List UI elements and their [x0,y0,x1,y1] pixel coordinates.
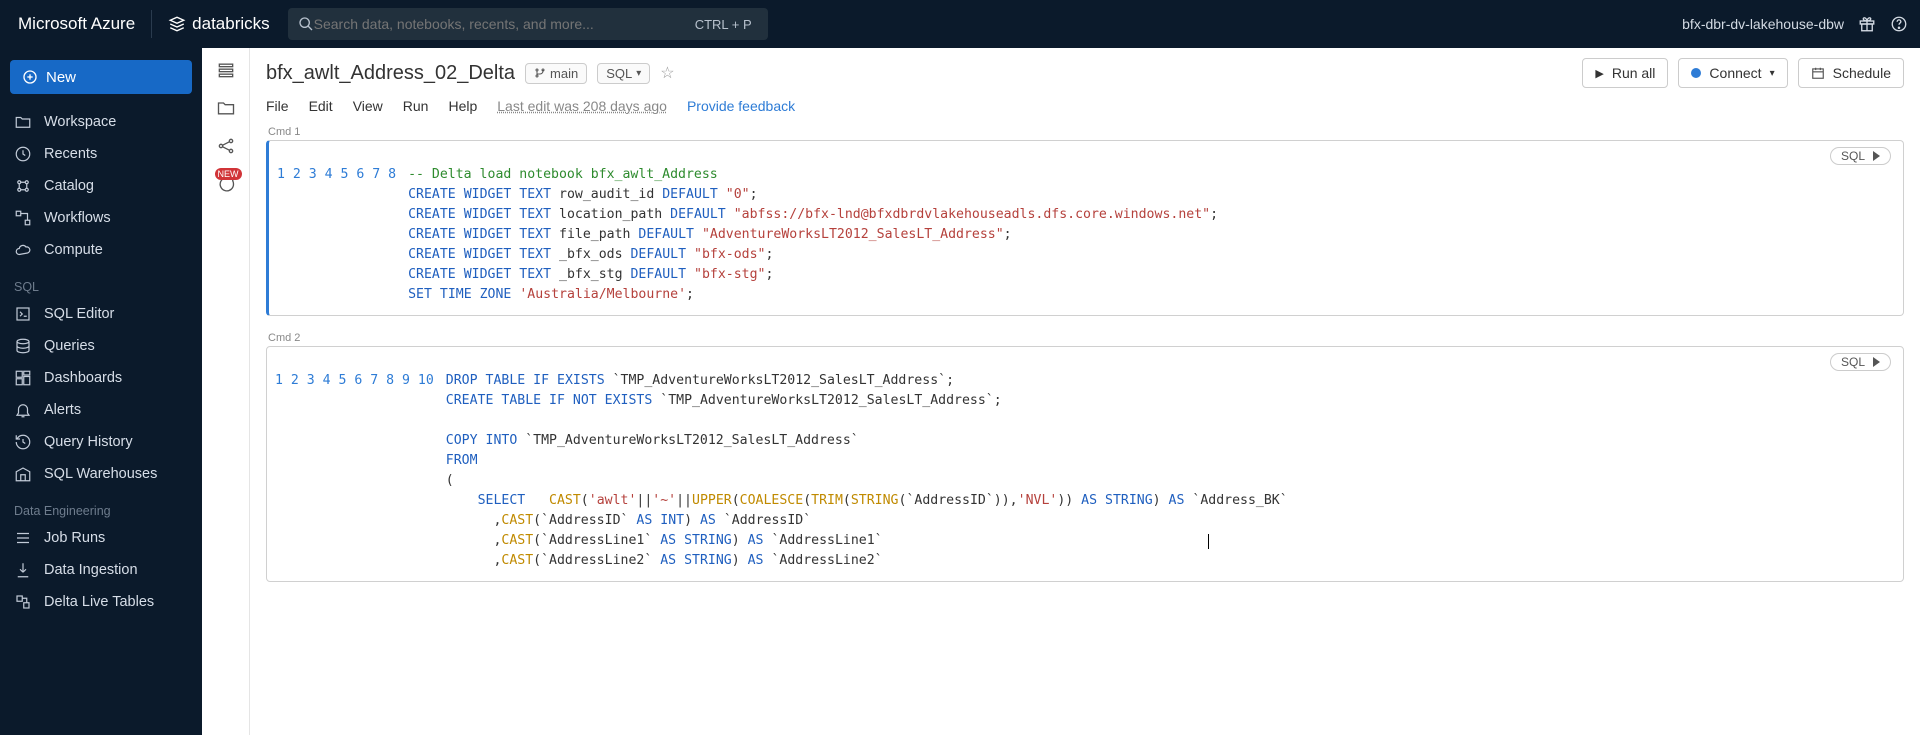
search-input[interactable] [314,16,689,32]
code-body-1[interactable]: -- Delta load notebook bfx_awlt_Address … [408,165,1893,305]
sidebar-item-workflows[interactable]: Workflows [0,202,202,234]
menu-help[interactable]: Help [448,98,477,114]
new-button[interactable]: New [10,60,192,94]
notebook-title[interactable]: bfx_awlt_Address_02_Delta [266,62,515,85]
sidebar-item-queries[interactable]: Queries [0,330,202,362]
assistant-icon[interactable]: NEW [216,174,236,199]
runs-icon [14,529,32,547]
global-search[interactable]: CTRL + P [288,8,768,40]
branch-pill[interactable]: main [525,63,587,84]
text-cursor [1208,534,1209,549]
help-icon[interactable] [1890,15,1908,33]
cell-2[interactable]: SQL 1 2 3 4 5 6 7 8 9 10 DROP TABLE IF E… [266,346,1904,582]
star-icon[interactable]: ☆ [660,63,674,83]
search-icon [298,16,314,32]
sidebar-item-compute[interactable]: Compute [0,234,202,266]
sidebar-item-query-history[interactable]: Query History [0,426,202,458]
sidebar-item-sql-warehouses[interactable]: SQL Warehouses [0,458,202,490]
line-gutter: 1 2 3 4 5 6 7 8 9 10 [267,371,446,571]
line-gutter: 1 2 3 4 5 6 7 8 [269,165,408,305]
cell-lang-pill[interactable]: SQL [1830,353,1891,371]
section-de: Data Engineering [0,490,202,522]
top-bar: Microsoft Azure databricks CTRL + P bfx-… [0,0,1920,48]
workflow-icon [14,209,32,227]
sidebar-item-catalog[interactable]: Catalog [0,170,202,202]
cmd-2-label: Cmd 2 [268,332,1912,344]
provide-feedback-link[interactable]: Provide feedback [687,98,795,114]
sidebar-item-dlt[interactable]: Delta Live Tables [0,586,202,618]
toc-icon[interactable] [216,60,236,80]
menu-file[interactable]: File [266,98,289,114]
cells-area: Cmd 1 SQL 1 2 3 4 5 6 7 8 -- Delta load … [250,124,1920,735]
brand-databricks: databricks [158,14,279,34]
left-sidebar: New Workspace Recents Catalog Workflows … [0,48,202,735]
folder-icon[interactable] [216,98,236,118]
databricks-icon [168,15,186,33]
run-all-button[interactable]: ▶Run all [1582,58,1668,88]
brand-azure: Microsoft Azure [12,14,145,34]
warehouse-icon [14,465,32,483]
folder-icon [14,113,32,131]
dlt-icon [14,593,32,611]
doc-header: bfx_awlt_Address_02_Delta main SQL ▾ ☆ ▶… [250,48,1920,88]
clock-icon [14,145,32,163]
sidebar-item-recents[interactable]: Recents [0,138,202,170]
query-icon [14,337,32,355]
sidebar-item-dashboards[interactable]: Dashboards [0,362,202,394]
ingest-icon [14,561,32,579]
plus-icon [22,69,38,85]
sidebar-item-alerts[interactable]: Alerts [0,394,202,426]
code-body-2[interactable]: DROP TABLE IF EXISTS `TMP_AdventureWorks… [446,371,1893,571]
section-sql: SQL [0,266,202,298]
menu-edit[interactable]: Edit [309,98,333,114]
menu-run[interactable]: Run [403,98,429,114]
sidebar-item-workspace[interactable]: Workspace [0,106,202,138]
menu-view[interactable]: View [353,98,383,114]
run-cell-icon[interactable] [1873,151,1880,161]
schedule-button[interactable]: Schedule [1798,58,1904,88]
branch-icon [534,67,546,79]
sidebar-item-sql-editor[interactable]: SQL Editor [0,298,202,330]
cmd-1-label: Cmd 1 [268,126,1912,138]
new-badge: NEW [215,168,242,180]
language-pill[interactable]: SQL ▾ [597,63,650,84]
search-shortcut: CTRL + P [689,17,758,32]
workspace-name[interactable]: bfx-dbr-dv-lakehouse-dbw [1682,16,1844,32]
cell-1[interactable]: SQL 1 2 3 4 5 6 7 8 -- Delta load notebo… [266,140,1904,316]
connect-button[interactable]: Connect▾ [1678,58,1787,88]
run-cell-icon[interactable] [1873,357,1880,367]
cell-lang-pill[interactable]: SQL [1830,147,1891,165]
last-edit: Last edit was 208 days ago [497,98,667,114]
left-rail: NEW [202,48,250,735]
share-icon[interactable] [216,136,236,156]
bell-icon [14,401,32,419]
sidebar-item-job-runs[interactable]: Job Runs [0,522,202,554]
cloud-icon [14,241,32,259]
brand-divider [151,10,152,38]
editor-icon [14,305,32,323]
status-dot [1691,68,1701,78]
sidebar-item-data-ingestion[interactable]: Data Ingestion [0,554,202,586]
dashboard-icon [14,369,32,387]
history-icon [14,433,32,451]
menu-bar: File Edit View Run Help Last edit was 20… [250,88,1920,124]
catalog-icon [14,177,32,195]
calendar-icon [1811,66,1825,80]
gift-icon[interactable] [1858,15,1876,33]
